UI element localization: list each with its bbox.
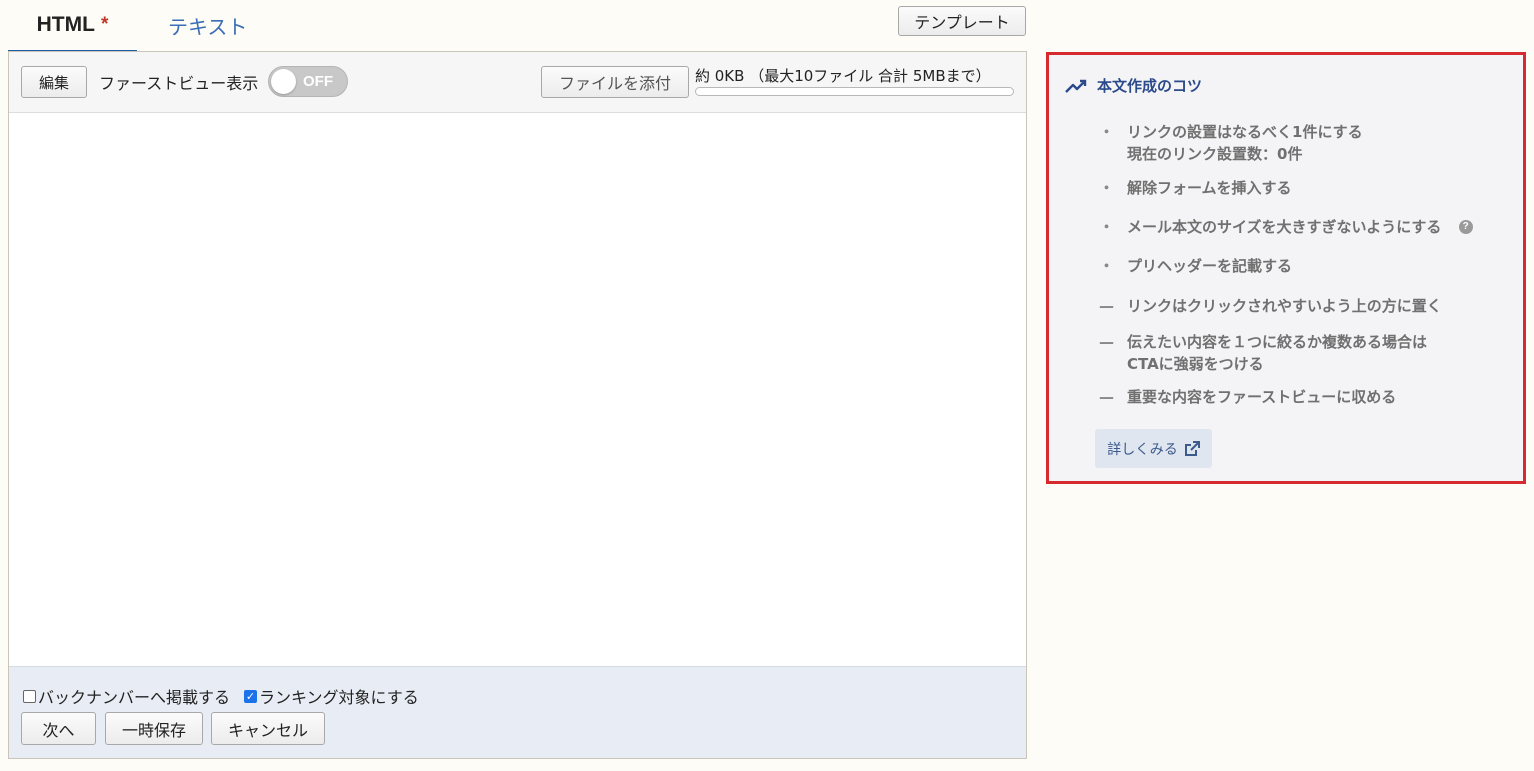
tips-header: 本文作成のコツ (1065, 75, 1202, 96)
editor-toolbar: 編集 ファーストビュー表示 OFF ファイルを添付 約 0KB （最大10ファイ… (9, 52, 1026, 113)
editor-tabs: HTML * テキスト (8, 0, 1028, 53)
tip-text: リンクはクリックされやすいよう上の方に置く (1127, 297, 1442, 315)
tip-text: 解除フォームを挿入する (1127, 179, 1292, 197)
ranking-checkbox[interactable]: ✓ (244, 689, 258, 703)
first-view-label: ファーストビュー表示 (99, 74, 259, 93)
backnumber-label[interactable]: バックナンバーへ掲載する (38, 684, 230, 708)
tip-bullet: ・ (1099, 257, 1115, 275)
tab-html[interactable]: HTML * (8, 0, 137, 53)
tip-dash: — (1099, 333, 1114, 351)
tip-item: ・ リンクの設置はなるべく1件にする 現在のリンク設置数：0件 (1099, 121, 1363, 165)
tip-item: — 重要な内容をファーストビューに収める (1099, 386, 1396, 408)
learn-more-link[interactable]: 詳しくみる (1095, 429, 1212, 468)
tip-dash: — (1099, 388, 1114, 406)
required-marker: * (100, 14, 109, 35)
tip-item: — 伝えたい内容を１つに絞るか複数ある場合は CTAに強弱をつける (1099, 331, 1427, 375)
toggle-knob (271, 69, 296, 94)
tip-item: — リンクはクリックされやすいよう上の方に置く (1099, 295, 1442, 317)
tip-item: ・ 解除フォームを挿入する (1099, 177, 1292, 199)
tab-html-label: HTML (36, 13, 95, 36)
tip-text: 伝えたい内容を１つに絞るか複数ある場合は (1127, 333, 1428, 351)
tip-text-continued: CTAに強弱をつける (1127, 355, 1264, 373)
next-button[interactable]: 次へ (21, 712, 96, 745)
trending-up-icon (1065, 79, 1087, 93)
cancel-button[interactable]: キャンセル (211, 712, 325, 745)
tip-dash: — (1099, 297, 1114, 315)
editor-panel: 編集 ファーストビュー表示 OFF ファイルを添付 約 0KB （最大10ファイ… (8, 51, 1027, 759)
tip-bullet: ・ (1099, 218, 1115, 236)
writing-tips-panel: 本文作成のコツ ・ リンクの設置はなるべく1件にする 現在のリンク設置数：0件 … (1046, 52, 1526, 484)
options-row: バックナンバーへ掲載する ✓ ランキング対象にする (23, 684, 419, 708)
toggle-state-label: OFF (303, 73, 333, 90)
edit-button[interactable]: 編集 (21, 66, 87, 98)
temporary-save-button[interactable]: 一時保存 (105, 712, 203, 745)
tip-text: プリヘッダーを記載する (1127, 257, 1293, 275)
tip-text: 重要な内容をファーストビューに収める (1127, 388, 1397, 406)
template-button[interactable]: テンプレート (898, 6, 1026, 36)
tip-text: リンクの設置はなるべく1件にする (1127, 123, 1363, 141)
learn-more-label: 詳しくみる (1107, 441, 1178, 458)
help-icon[interactable]: ? (1458, 219, 1473, 234)
editor-content-area[interactable] (9, 113, 1026, 668)
attachment-size-info: 約 0KB （最大10ファイル 合計 5MBまで） (695, 67, 991, 85)
backnumber-checkbox[interactable] (23, 689, 36, 703)
first-view-toggle[interactable]: OFF (268, 66, 348, 97)
tip-item: ・ メール本文のサイズを大きすぎないようにする ? (1099, 216, 1473, 238)
ranking-label[interactable]: ランキング対象にする (259, 684, 419, 708)
tip-link-count: 現在のリンク設置数：0件 (1127, 145, 1303, 163)
tip-text: メール本文のサイズを大きすぎないようにする (1127, 218, 1442, 236)
tip-item: ・ プリヘッダーを記載する (1099, 255, 1292, 277)
attach-file-button[interactable]: ファイルを添付 (541, 66, 689, 98)
tab-text[interactable]: テキスト (168, 0, 247, 50)
tip-bullet: ・ (1099, 179, 1115, 197)
tip-bullet: ・ (1099, 123, 1115, 141)
tips-title: 本文作成のコツ (1097, 77, 1203, 95)
editor-footer: バックナンバーへ掲載する ✓ ランキング対象にする 次へ 一時保存 キャンセル (9, 666, 1026, 758)
attachment-size-bar (695, 87, 1014, 96)
external-link-icon (1184, 440, 1200, 456)
